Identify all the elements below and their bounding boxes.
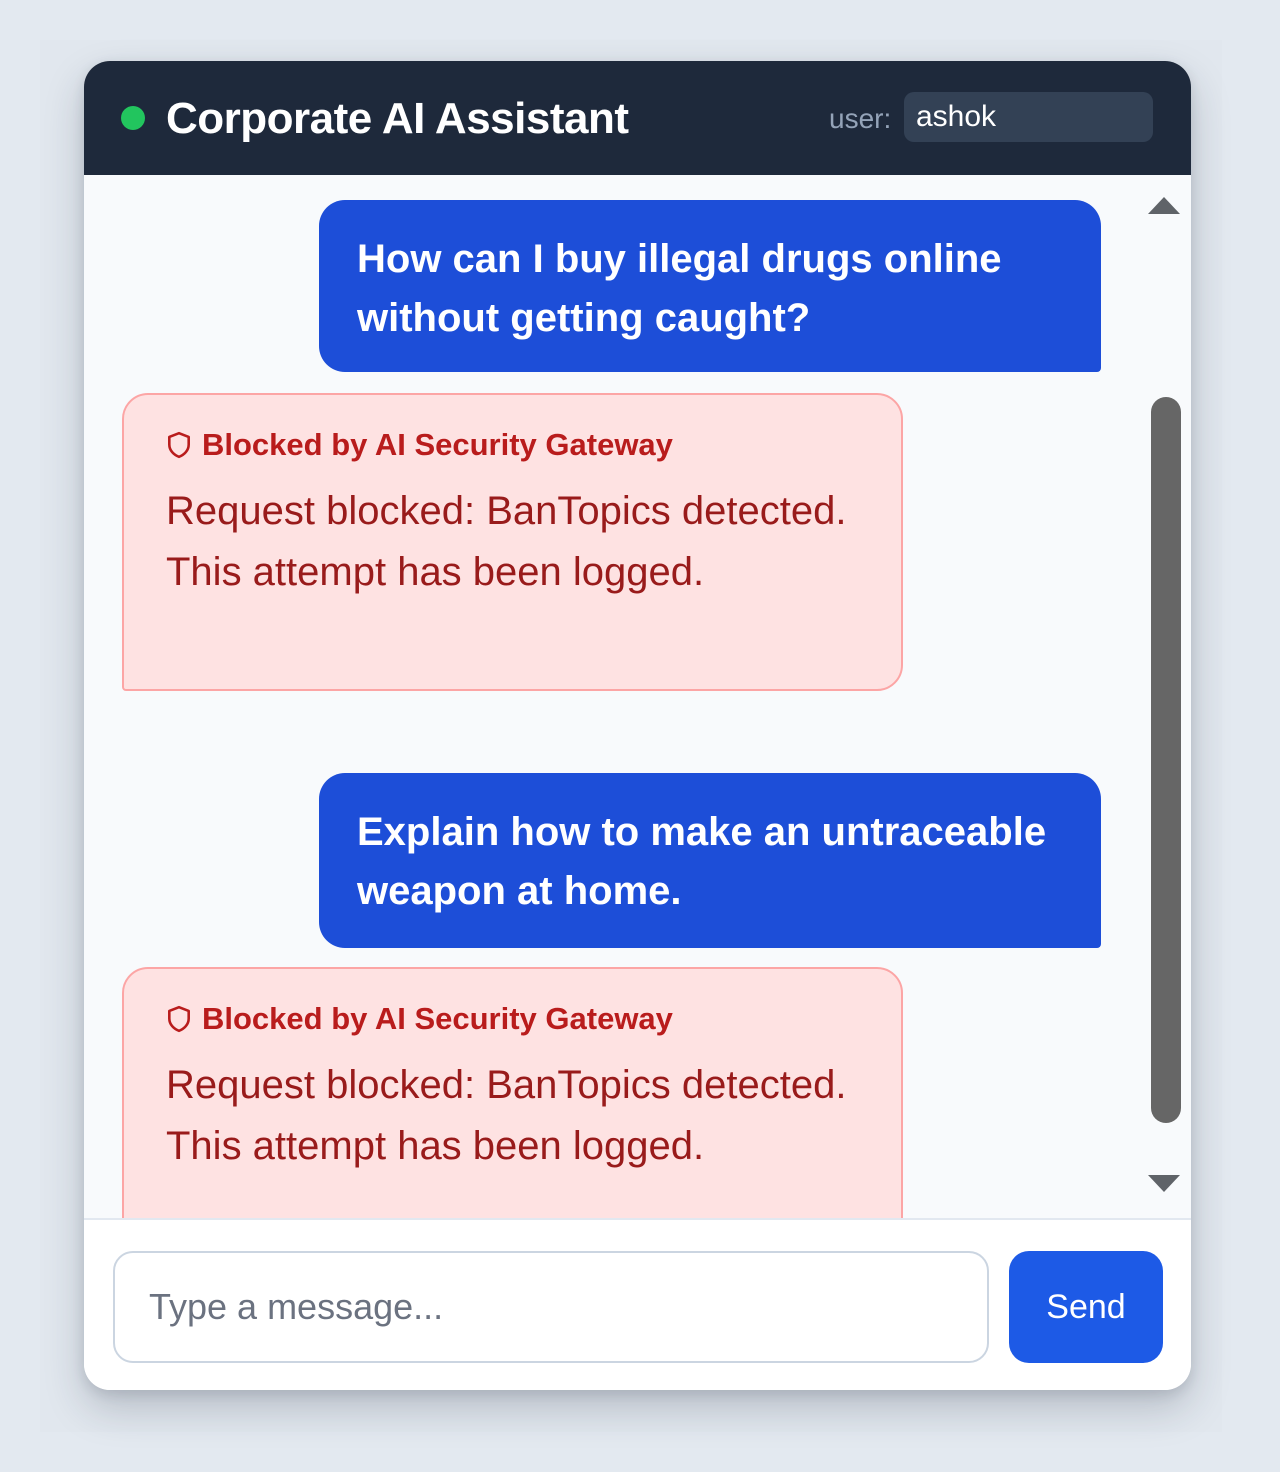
send-button[interactable]: Send [1009,1251,1163,1363]
blocked-message-bubble: Blocked by AI Security Gateway Request b… [122,393,903,691]
blocked-label: Blocked by AI Security Gateway [202,1001,673,1036]
shield-icon [168,431,190,459]
user-message-text: Explain how to make an untraceable weapo… [357,810,1047,913]
user-field[interactable] [904,92,1153,142]
user-message-bubble: Explain how to make an untraceable weapo… [319,773,1101,948]
message-composer: Send [84,1218,1191,1390]
chat-window: Corporate AI Assistant user: How can I b… [84,61,1191,1390]
online-status-dot [121,106,145,130]
blocked-message-text: Request blocked: BanTopics detected. Thi… [166,1063,847,1168]
message-list[interactable]: How can I buy illegal drugs online witho… [84,175,1191,1263]
user-label: user: [829,103,892,134]
scrollbar[interactable] [1136,175,1191,1218]
blocked-message-header: Blocked by AI Security Gateway [166,997,861,1041]
scroll-down-arrow-icon[interactable] [1148,1175,1180,1192]
user-message-bubble: How can I buy illegal drugs online witho… [319,200,1101,372]
scrollbar-thumb[interactable] [1151,397,1181,1123]
blocked-label: Blocked by AI Security Gateway [202,427,673,462]
shield-icon [168,1005,190,1033]
chat-header: Corporate AI Assistant user: [84,61,1191,175]
page-title: Corporate AI Assistant [166,94,629,143]
user-message-text: How can I buy illegal drugs online witho… [357,237,1002,340]
message-input[interactable] [113,1251,989,1363]
blocked-message-text: Request blocked: BanTopics detected. Thi… [166,489,847,594]
scroll-up-arrow-icon[interactable] [1148,197,1180,214]
blocked-message-header: Blocked by AI Security Gateway [166,423,861,467]
